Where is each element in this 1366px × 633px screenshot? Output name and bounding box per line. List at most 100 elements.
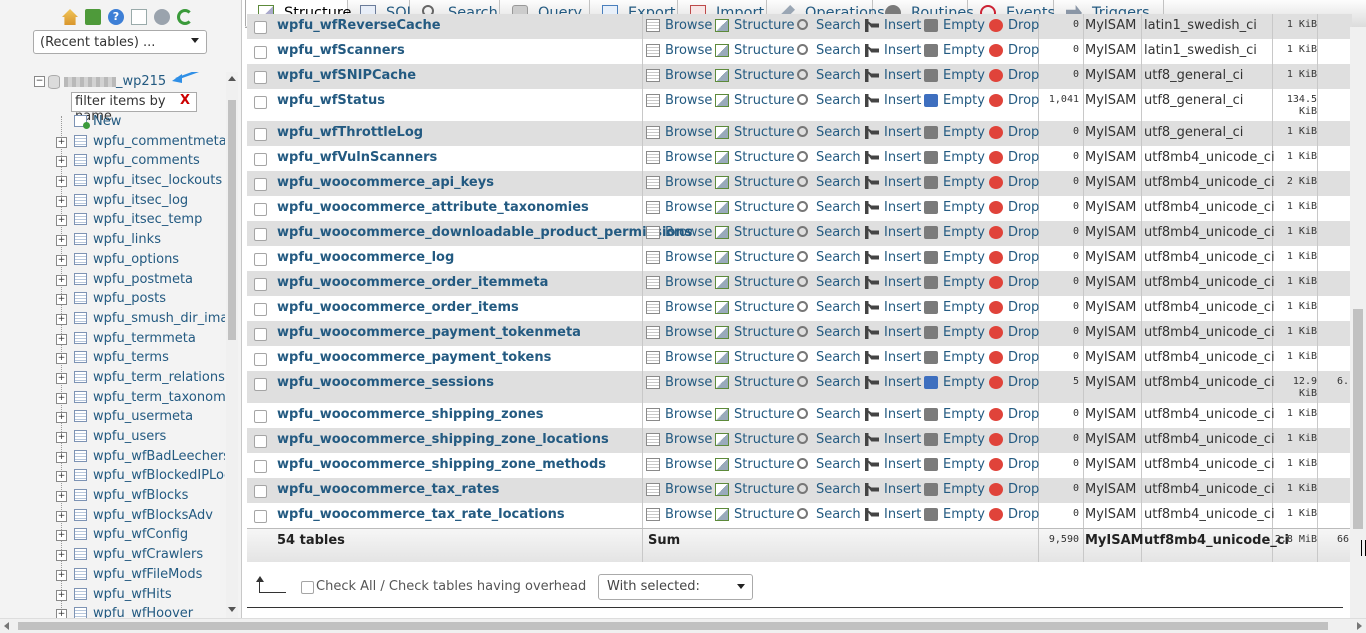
tree-item-table[interactable]: + wpfu_usermeta <box>30 407 225 427</box>
expand-icon[interactable]: + <box>56 136 67 148</box>
row-checkbox[interactable] <box>254 435 267 448</box>
row-checkbox[interactable] <box>254 46 267 59</box>
table-name-link[interactable]: wpfu_woocommerce_sessions <box>277 375 494 390</box>
expand-icon[interactable]: + <box>56 432 67 443</box>
tree-table-name[interactable]: wpfu_wfFileMods <box>93 565 202 585</box>
database-name[interactable]: _wp215 <box>116 74 166 89</box>
tree-item-table[interactable]: + wpfu_itsec_temp <box>30 210 225 230</box>
row-checkbox[interactable] <box>254 21 267 34</box>
tree-item-table[interactable]: + wpfu_wfBadLeechers <box>30 447 225 467</box>
expand-icon[interactable]: + <box>56 372 67 384</box>
table-name-link[interactable]: wpfu_woocommerce_log <box>277 250 454 265</box>
tree-item-table[interactable]: + wpfu_smush_dir_imag <box>30 309 225 329</box>
tree-table-name[interactable]: wpfu_smush_dir_imag <box>93 309 225 329</box>
tree-item-new[interactable]: New <box>30 112 225 132</box>
expand-icon[interactable]: + <box>56 274 67 286</box>
table-name-link[interactable]: wpfu_wfThrottleLog <box>277 125 423 140</box>
tree-table-name[interactable]: wpfu_usermeta <box>93 407 193 427</box>
nav-scroll-thumb[interactable] <box>228 100 236 340</box>
row-checkbox[interactable] <box>254 410 267 423</box>
help-icon[interactable]: ? <box>108 9 124 25</box>
expand-icon[interactable]: + <box>56 530 67 542</box>
row-checkbox[interactable] <box>254 228 267 241</box>
tree-table-name[interactable]: wpfu_termmeta <box>93 329 196 349</box>
nav-scrollbar[interactable] <box>226 72 238 618</box>
expand-icon[interactable]: + <box>56 491 67 503</box>
table-name-link[interactable]: wpfu_wfReverseCache <box>277 18 441 33</box>
tree-table-name[interactable]: wpfu_wfBlocksAdv <box>93 506 213 526</box>
expand-icon[interactable]: + <box>56 569 67 581</box>
tree-item-table[interactable]: + wpfu_itsec_log <box>30 191 225 211</box>
table-name-link[interactable]: wpfu_woocommerce_tax_rates <box>277 482 499 497</box>
table-name-link[interactable]: wpfu_wfSNIPCache <box>277 68 416 83</box>
tree-table-name[interactable]: wpfu_comments <box>93 151 200 171</box>
expand-icon[interactable]: + <box>56 550 67 562</box>
reload-icon[interactable] <box>177 9 193 25</box>
table-name-link[interactable]: wpfu_woocommerce_shipping_zones <box>277 407 543 422</box>
row-checkbox[interactable] <box>254 460 267 473</box>
table-name-link[interactable]: wpfu_woocommerce_payment_tokens <box>277 350 551 365</box>
new-label[interactable]: New <box>93 112 121 132</box>
scroll-up-icon[interactable] <box>228 76 236 81</box>
row-checkbox[interactable] <box>254 253 267 266</box>
row-checkbox[interactable] <box>254 278 267 291</box>
tree-item-table[interactable]: + wpfu_posts <box>30 289 225 309</box>
docs-icon[interactable] <box>131 9 147 25</box>
expand-icon[interactable]: + <box>56 353 67 365</box>
tree-item-table[interactable]: + wpfu_wfBlocks <box>30 486 225 506</box>
expand-icon[interactable]: + <box>56 294 67 306</box>
check-all-checkbox[interactable] <box>301 581 314 594</box>
tree-item-table[interactable]: + wpfu_comments <box>30 151 225 171</box>
tree-item-table[interactable]: + wpfu_wfHits <box>30 585 225 605</box>
expand-icon[interactable]: + <box>56 451 67 463</box>
expand-icon[interactable]: + <box>56 195 67 207</box>
tree-item-table[interactable]: + wpfu_wfHoover <box>30 604 225 618</box>
check-all-link[interactable]: Check All <box>316 579 376 594</box>
expand-icon[interactable]: + <box>56 176 67 188</box>
table-name-link[interactable]: wpfu_woocommerce_api_keys <box>277 175 494 190</box>
check-overhead-link[interactable]: Check tables having overhead <box>389 579 586 594</box>
expand-icon[interactable]: + <box>56 471 67 483</box>
table-name-link[interactable]: wpfu_wfStatus <box>277 93 385 108</box>
tree-item-table[interactable]: + wpfu_wfBlocksAdv <box>30 506 225 526</box>
tree-table-name[interactable]: wpfu_commentmeta <box>93 132 225 152</box>
expand-icon[interactable]: + <box>56 313 67 325</box>
row-checkbox[interactable] <box>254 128 267 141</box>
expand-icon[interactable]: + <box>56 589 67 601</box>
scroll-down-icon[interactable] <box>228 607 236 612</box>
tree-table-name[interactable]: wpfu_terms <box>93 348 169 368</box>
horizontal-scroll-thumb[interactable] <box>18 622 1328 630</box>
tree-item-table[interactable]: + wpfu_links <box>30 230 225 250</box>
row-checkbox[interactable] <box>254 96 267 109</box>
tree-table-name[interactable]: wpfu_term_relationship <box>93 368 225 388</box>
database-node[interactable]: − _wp215 <box>34 74 166 92</box>
expand-icon[interactable]: + <box>56 609 67 618</box>
scroll-right-icon[interactable] <box>1357 622 1362 630</box>
tree-item-table[interactable]: + wpfu_commentmeta <box>30 132 225 152</box>
row-checkbox[interactable] <box>254 178 267 191</box>
filter-tables-input[interactable]: filter items by name X <box>71 92 197 124</box>
row-checkbox[interactable] <box>254 328 267 341</box>
tree-item-table[interactable]: + wpfu_wfCrawlers <box>30 545 225 565</box>
tree-table-name[interactable]: wpfu_links <box>93 230 161 250</box>
tree-table-name[interactable]: wpfu_wfHits <box>93 585 172 605</box>
scroll-left-icon[interactable] <box>4 622 9 630</box>
row-checkbox[interactable] <box>254 303 267 316</box>
table-name-link[interactable]: wpfu_woocommerce_order_itemmeta <box>277 275 548 290</box>
tree-table-name[interactable]: wpfu_users <box>93 427 166 447</box>
expand-icon[interactable]: + <box>56 235 67 247</box>
tree-table-name[interactable]: wpfu_itsec_log <box>93 191 188 211</box>
tree-table-name[interactable]: wpfu_options <box>93 250 179 270</box>
tree-item-table[interactable]: + wpfu_term_taxonomy <box>30 388 225 408</box>
row-checkbox[interactable] <box>254 203 267 216</box>
row-checkbox[interactable] <box>254 71 267 84</box>
expand-icon[interactable]: + <box>56 510 67 522</box>
tree-item-table[interactable]: + wpfu_itsec_lockouts <box>30 171 225 191</box>
tree-table-name[interactable]: wpfu_wfBlocks <box>93 486 188 506</box>
table-name-link[interactable]: wpfu_woocommerce_downloadable_product_pe… <box>277 225 692 240</box>
table-name-link[interactable]: wpfu_woocommerce_shipping_zone_locations <box>277 432 609 447</box>
tree-item-table[interactable]: + wpfu_wfBlockedIPLog <box>30 466 225 486</box>
tree-table-name[interactable]: wpfu_postmeta <box>93 270 193 290</box>
home-icon[interactable] <box>62 9 78 25</box>
tree-table-name[interactable]: wpfu_itsec_lockouts <box>93 171 222 191</box>
